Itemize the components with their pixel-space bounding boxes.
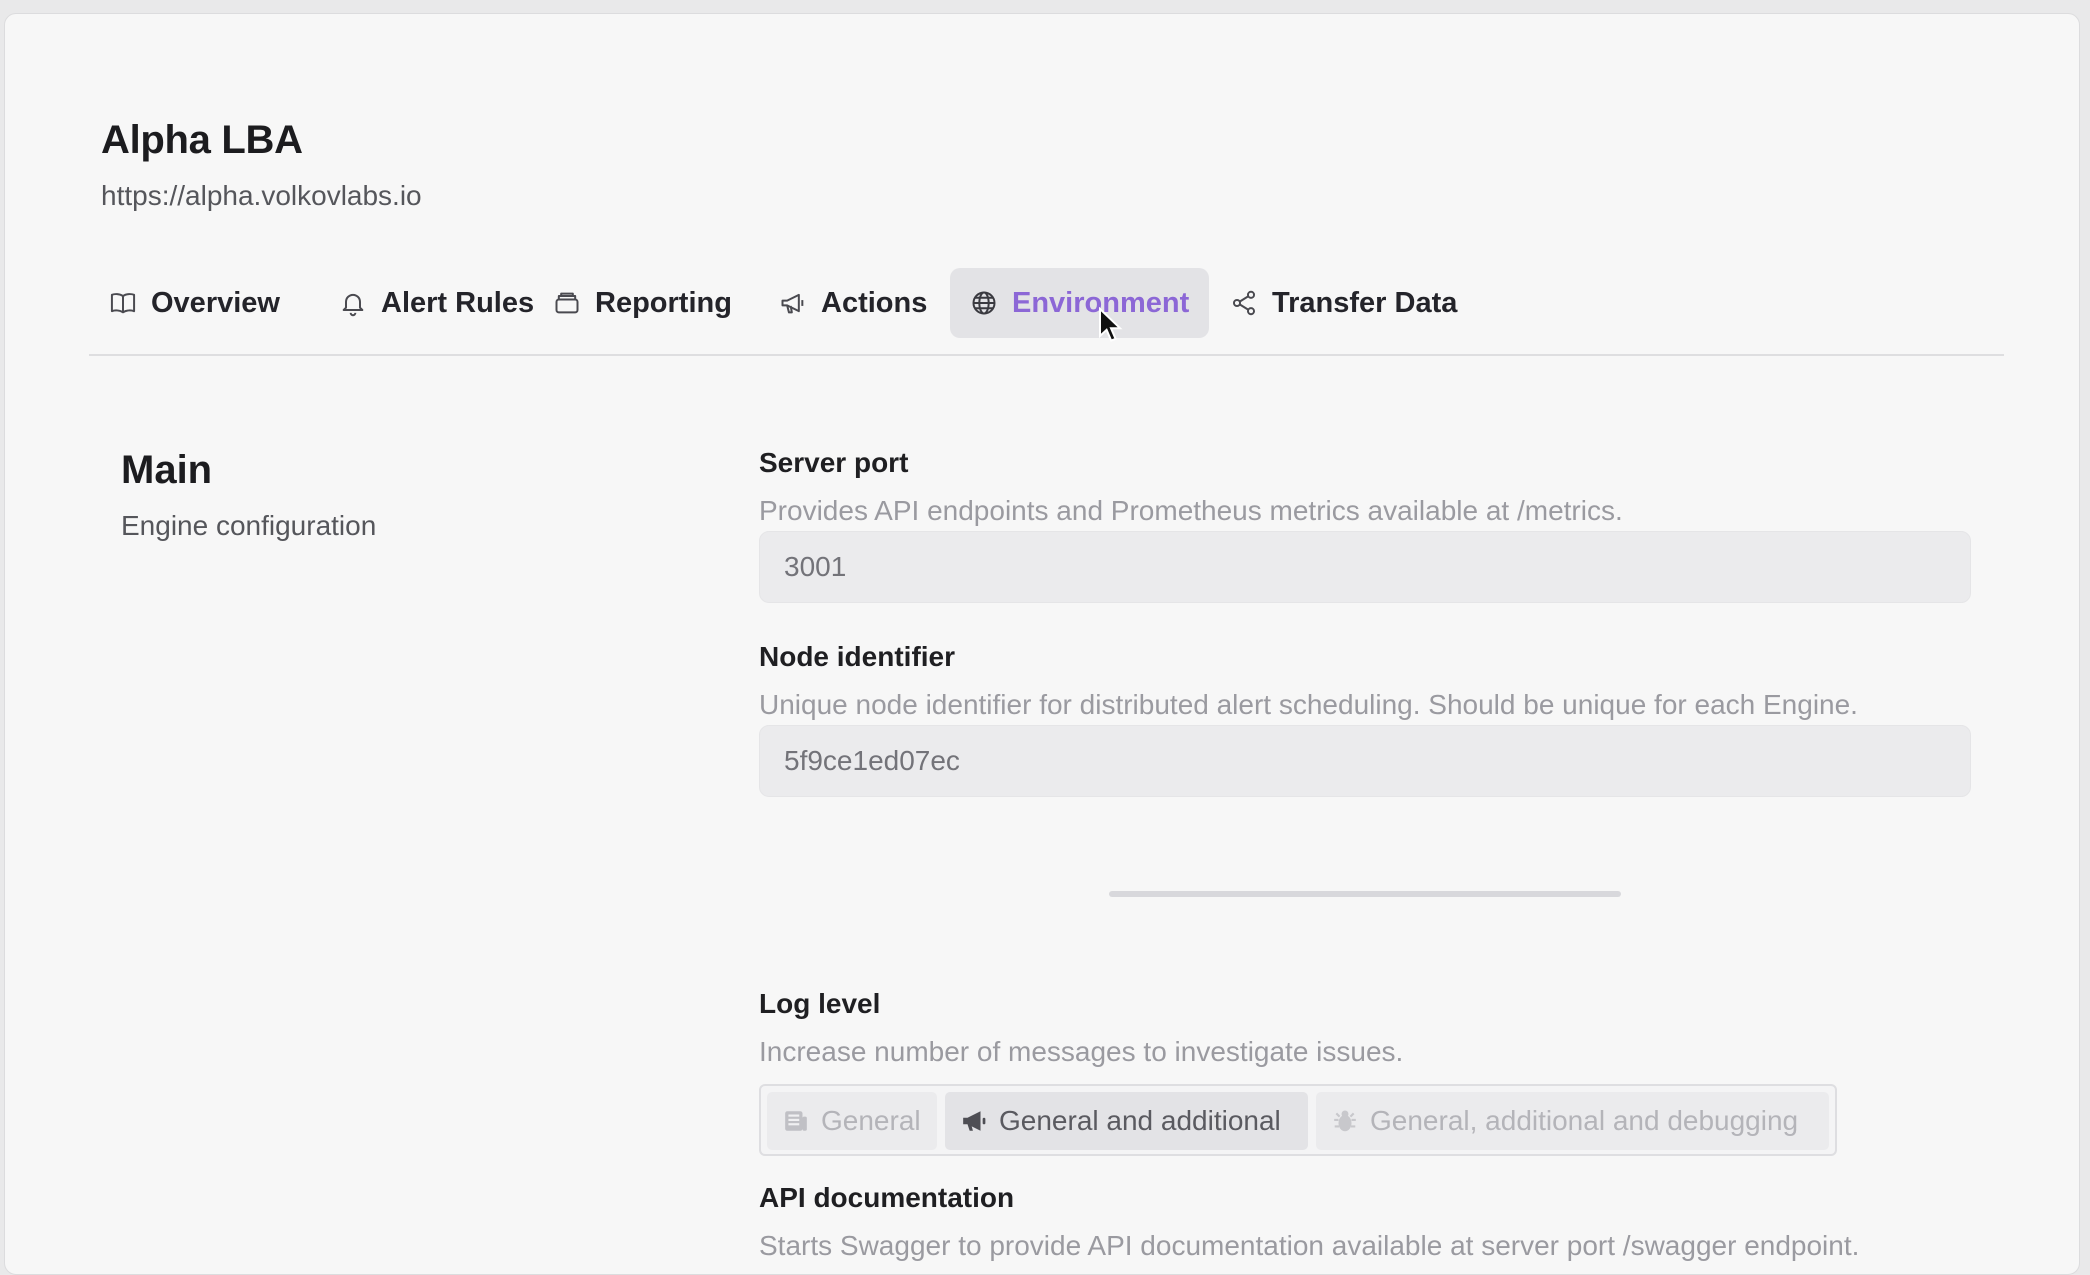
tab-label: Overview xyxy=(151,286,280,319)
globe-icon xyxy=(972,291,996,315)
page-title: Alpha LBA xyxy=(101,118,303,162)
log-level-selector: General General and additional General, … xyxy=(759,1084,1837,1156)
tab-label: Alert Rules xyxy=(381,286,535,319)
horizontal-scrollbar[interactable] xyxy=(1109,891,1621,897)
api-documentation-description: Starts Swagger to provide API documentat… xyxy=(759,1230,1860,1261)
node-identifier-label: Node identifier xyxy=(759,641,956,672)
log-level-description: Increase number of messages to investiga… xyxy=(759,1036,1404,1067)
tab-overview[interactable]: Overview xyxy=(89,268,300,338)
log-level-option-debugging[interactable]: General, additional and debugging xyxy=(1316,1092,1829,1150)
bell-icon xyxy=(342,293,364,317)
section-title: Main xyxy=(121,448,213,492)
node-identifier-description: Unique node identifier for distributed a… xyxy=(759,689,1858,720)
server-port-input[interactable]: 3001 xyxy=(759,531,1971,603)
tab-bar: Overview Alert Rules Reporting Actions E… xyxy=(89,254,2004,356)
server-port-description: Provides API endpoints and Prometheus me… xyxy=(759,495,1623,526)
log-level-option-general-and-additional[interactable]: General and additional xyxy=(945,1092,1308,1150)
tab-actions[interactable]: Actions xyxy=(759,268,947,338)
log-level-label: Log level xyxy=(759,988,881,1019)
tab-label: Transfer Data xyxy=(1272,286,1458,319)
tab-alert-rules[interactable]: Alert Rules xyxy=(319,268,554,338)
tab-label: Reporting xyxy=(595,286,732,319)
megaphone-icon xyxy=(781,293,804,314)
app-window: Alpha LBA https://alpha.volkovlabs.io Ov… xyxy=(4,13,2080,1275)
instance-url: https://alpha.volkovlabs.io xyxy=(101,180,422,211)
tab-transfer-data[interactable]: Transfer Data xyxy=(1210,268,1477,338)
api-documentation-label: API documentation xyxy=(759,1182,1015,1213)
option-label: General, additional and debugging xyxy=(1370,1105,1799,1136)
tab-label: Actions xyxy=(821,286,928,319)
mouse-cursor-icon xyxy=(1099,307,1123,342)
megaphone-icon xyxy=(963,1111,986,1131)
book-icon xyxy=(110,293,136,314)
log-level-option-general[interactable]: General xyxy=(767,1092,937,1150)
bug-icon xyxy=(1334,1110,1356,1132)
tab-reporting[interactable]: Reporting xyxy=(533,268,752,338)
option-label: General and additional xyxy=(999,1105,1281,1136)
tab-environment[interactable]: Environment xyxy=(950,268,1210,338)
option-label: General xyxy=(821,1105,921,1136)
server-port-label: Server port xyxy=(759,447,909,478)
section-subtitle: Engine configuration xyxy=(121,510,377,541)
node-identifier-input[interactable]: 5f9ce1ed07ec xyxy=(759,725,1971,797)
newspaper-icon xyxy=(785,1111,807,1131)
share-icon xyxy=(1232,290,1256,316)
archive-icon xyxy=(555,292,579,314)
